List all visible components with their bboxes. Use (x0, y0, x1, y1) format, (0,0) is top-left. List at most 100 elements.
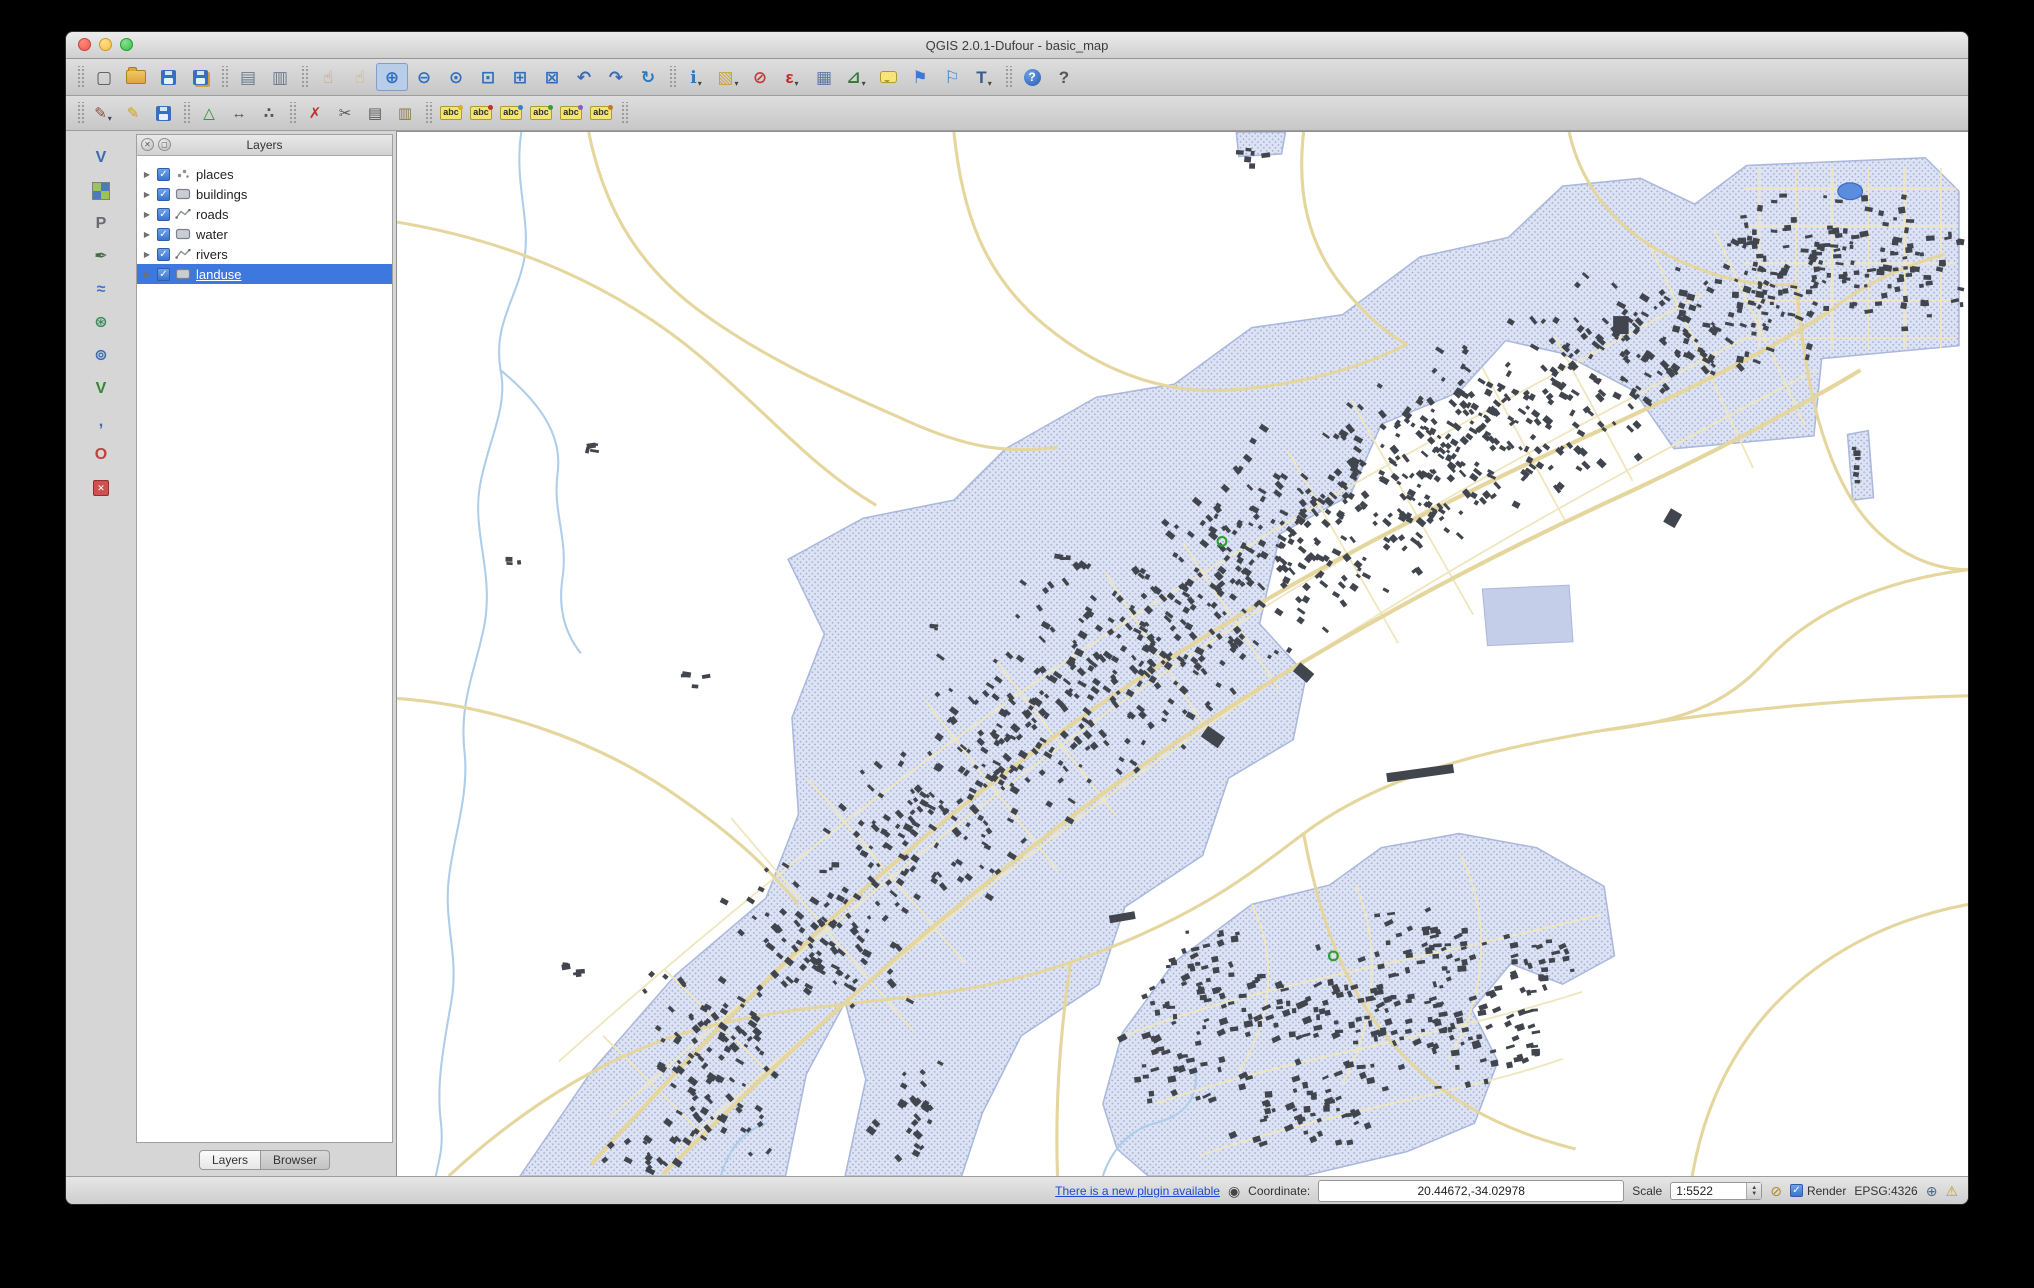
save-layer-edits-button[interactable] (148, 100, 178, 126)
expand-arrow-icon[interactable]: ▶ (142, 270, 152, 279)
layer-visibility-checkbox[interactable]: ✓ (157, 228, 170, 241)
highlight-pinned-labels-button[interactable]: abc (496, 100, 526, 126)
label-accent-dot (488, 105, 493, 110)
expand-arrow-icon[interactable]: ▶ (142, 170, 152, 179)
zoom-window-button[interactable] (120, 38, 133, 51)
layer-item-places[interactable]: ▶✓places (137, 164, 392, 184)
paste-features-button[interactable]: ▥ (390, 100, 420, 126)
close-window-button[interactable] (78, 38, 91, 51)
desktop: QGIS 2.0.1-Dufour - basic_map ▢▤▥☝☝⊕⊖⊙⊡⊞… (0, 0, 2034, 1288)
panel-tab-layers[interactable]: Layers (199, 1150, 261, 1170)
deselect-features-button[interactable]: ⊘ (744, 63, 776, 91)
zoom-in-button[interactable]: ⊕ (376, 63, 408, 91)
zoom-full-button[interactable]: ⊡ (472, 63, 504, 91)
open-project-button[interactable] (120, 63, 152, 91)
add-feature-button[interactable]: △ (194, 100, 224, 126)
panel-tab-browser[interactable]: Browser (261, 1150, 330, 1170)
panel-close-button[interactable]: ✕ (141, 138, 154, 151)
whats-this-button[interactable]: ? (1048, 63, 1080, 91)
new-bookmark-button[interactable]: ⚑ (904, 63, 936, 91)
new-project-button[interactable]: ▢ (88, 63, 120, 91)
add-oracle-layer-button[interactable]: O (85, 442, 117, 468)
render-toggle[interactable]: ✓ Render (1790, 1184, 1846, 1198)
map-canvas[interactable] (396, 131, 1968, 1176)
layer-labeling-button[interactable]: abc (436, 100, 466, 126)
layer-item-water[interactable]: ▶✓water (137, 224, 392, 244)
point-symbol-icon (175, 168, 191, 180)
map-tips-button[interactable] (872, 63, 904, 91)
crs-selector-icon[interactable]: ⊕ (1926, 1184, 1938, 1198)
zoom-last-button[interactable]: ↶ (568, 63, 600, 91)
highlight-pinned-labels-icon: abc (500, 106, 522, 120)
identify-features-button[interactable]: ℹ▾ (680, 63, 712, 91)
pin-unpin-labels-button[interactable]: abc (466, 100, 496, 126)
change-label-button[interactable]: abc (586, 100, 616, 126)
new-shapefile-layer-button[interactable]: V (85, 376, 117, 402)
add-delimited-text-layer-button[interactable]: , (85, 409, 117, 435)
measure-button[interactable]: ⊿▾ (840, 63, 872, 91)
layer-item-rivers[interactable]: ▶✓rivers (137, 244, 392, 264)
expand-arrow-icon[interactable]: ▶ (142, 230, 152, 239)
add-vector-layer-button[interactable]: V (85, 145, 117, 171)
plugin-icon[interactable]: ◉ (1228, 1184, 1240, 1198)
layer-visibility-checkbox[interactable]: ✓ (157, 268, 170, 281)
add-spatialite-layer-button[interactable]: ✒ (85, 244, 117, 270)
pan-map-button[interactable]: ☝ (312, 63, 344, 91)
toggle-editing-button[interactable]: ✎ (118, 100, 148, 126)
zoom-native-button[interactable]: ⊙ (440, 63, 472, 91)
expand-arrow-icon[interactable]: ▶ (142, 250, 152, 259)
current-edits-button[interactable]: ✎▾ (88, 100, 118, 126)
scale-combo[interactable]: 1:5522 ▲▼ (1670, 1182, 1762, 1200)
coordinate-input[interactable] (1318, 1180, 1624, 1202)
composer-manager-button[interactable]: ▥ (264, 63, 296, 91)
node-tool-button[interactable]: ∴ (254, 100, 284, 126)
layer-visibility-checkbox[interactable]: ✓ (157, 208, 170, 221)
add-raster-layer-button[interactable] (85, 178, 117, 204)
add-mssql-layer-button[interactable]: ≈ (85, 277, 117, 303)
layer-visibility-checkbox[interactable]: ✓ (157, 248, 170, 261)
copy-features-button[interactable]: ▤ (360, 100, 390, 126)
scale-lock-icon[interactable]: ⊘ (1770, 1184, 1782, 1198)
layer-item-landuse[interactable]: ▶✓landuse (137, 264, 392, 284)
save-layer-edits-icon (156, 106, 171, 121)
log-messages-icon[interactable]: ⚠ (1945, 1184, 1958, 1198)
move-label-button[interactable]: abc (526, 100, 556, 126)
pan-to-selection-button[interactable]: ☝ (344, 63, 376, 91)
run-feature-action-button[interactable]: ε▾ (776, 63, 808, 91)
open-attribute-table-button[interactable]: ▦ (808, 63, 840, 91)
zoom-to-layer-button[interactable]: ⊞ (504, 63, 536, 91)
toolbar-separator (300, 66, 308, 88)
new-plugin-link[interactable]: There is a new plugin available (1055, 1184, 1220, 1198)
cut-features-button[interactable]: ✂ (330, 100, 360, 126)
new-print-composer-button[interactable]: ▤ (232, 63, 264, 91)
help-button[interactable]: ? (1016, 63, 1048, 91)
zoom-next-button[interactable]: ↷ (600, 63, 632, 91)
render-checkbox[interactable]: ✓ (1790, 1184, 1803, 1197)
zoom-out-button[interactable]: ⊖ (408, 63, 440, 91)
scale-stepper-icon[interactable]: ▲▼ (1746, 1183, 1761, 1199)
new-bookmark-icon: ⚑ (912, 69, 927, 86)
delete-selected-button[interactable]: ✗ (300, 100, 330, 126)
add-postgis-layer-button[interactable]: P (85, 211, 117, 237)
rotate-label-button[interactable]: abc (556, 100, 586, 126)
expand-arrow-icon[interactable]: ▶ (142, 190, 152, 199)
panel-detach-button[interactable]: ◻ (158, 138, 171, 151)
dropdown-caret-icon: ▾ (698, 79, 702, 91)
remove-layer-button[interactable]: ✕ (85, 475, 117, 501)
save-project-as-button[interactable] (184, 63, 216, 91)
add-wfs-layer-button[interactable]: ⊚ (85, 343, 117, 369)
expand-arrow-icon[interactable]: ▶ (142, 210, 152, 219)
move-feature-button[interactable]: ↔ (224, 100, 254, 126)
layer-item-roads[interactable]: ▶✓roads (137, 204, 392, 224)
select-features-button[interactable]: ▧▾ (712, 63, 744, 91)
minimize-window-button[interactable] (99, 38, 112, 51)
save-project-button[interactable] (152, 63, 184, 91)
layer-visibility-checkbox[interactable]: ✓ (157, 188, 170, 201)
add-wms-layer-button[interactable]: ⊛ (85, 310, 117, 336)
zoom-to-selection-button[interactable]: ⊠ (536, 63, 568, 91)
layer-visibility-checkbox[interactable]: ✓ (157, 168, 170, 181)
text-annotation-button[interactable]: T▾ (968, 63, 1000, 91)
layer-item-buildings[interactable]: ▶✓buildings (137, 184, 392, 204)
show-bookmarks-button[interactable]: ⚐ (936, 63, 968, 91)
refresh-map-button[interactable]: ↻ (632, 63, 664, 91)
